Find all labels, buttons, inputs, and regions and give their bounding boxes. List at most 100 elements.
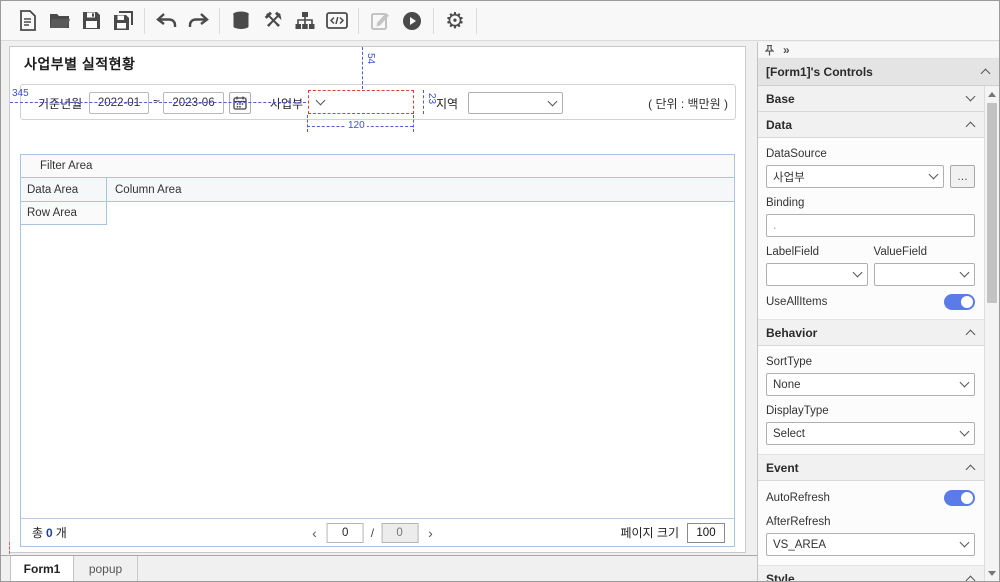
prev-page-button[interactable]: ‹ [309, 526, 320, 540]
calendar-icon [233, 96, 247, 110]
height-guide-line [423, 90, 424, 114]
afterrefresh-combobox[interactable]: VS_AREA [766, 533, 975, 556]
chevron-down-icon [960, 427, 970, 437]
selection-edge-mark [9, 542, 10, 554]
collapse-panel-button[interactable]: » [783, 44, 790, 56]
current-page-input[interactable] [327, 523, 364, 543]
pin-icon[interactable] [765, 45, 774, 56]
valuefield-combobox[interactable] [874, 263, 976, 286]
save-all-icon [113, 11, 134, 31]
division-combobox-selected[interactable] [308, 90, 414, 114]
toolbar-separator [358, 8, 359, 34]
binding-input[interactable] [766, 214, 975, 237]
page-title: 사업부별 실적현황 [24, 54, 135, 74]
tools-button[interactable]: ⚒ [257, 6, 289, 36]
run-icon [402, 11, 422, 31]
undo-button[interactable] [150, 6, 182, 36]
chevron-down-icon [852, 268, 862, 278]
page-size-input[interactable] [687, 523, 725, 543]
redo-icon [188, 13, 209, 29]
row-area-zone[interactable]: Row Area [21, 202, 107, 225]
section-data[interactable]: Data [758, 112, 984, 138]
panel-title-header[interactable]: [Form1]'s Controls [758, 59, 999, 86]
grid-body [21, 225, 734, 518]
redo-button[interactable] [182, 6, 214, 36]
region-combobox[interactable] [468, 92, 563, 114]
main-toolbar: ⚒ ⚙ [1, 1, 999, 41]
code-editor-button[interactable] [321, 6, 353, 36]
undo-icon [156, 13, 177, 29]
scrollbar-thumb[interactable] [987, 103, 997, 303]
section-data-label: Data [766, 118, 792, 132]
unit-label: ( 단위 : 백만원 ) [648, 95, 728, 112]
new-file-icon [18, 10, 37, 31]
data-area-zone[interactable]: Data Area [21, 178, 107, 201]
database-icon [231, 11, 251, 31]
useallitems-label: UseAllItems [766, 296, 827, 308]
tab-popup-label: popup [89, 562, 122, 576]
datasource-combobox[interactable]: 사업부 [766, 165, 944, 188]
toolbar-separator [476, 8, 477, 34]
save-icon [82, 11, 101, 30]
autorefresh-label: AutoRefresh [766, 492, 830, 504]
displaytype-combobox[interactable]: Select [766, 422, 975, 445]
section-style[interactable]: Style [758, 566, 984, 581]
form-canvas[interactable]: 사업부별 실적현황 기준년월 ~ 사업부 지역 [9, 46, 746, 553]
afterrefresh-value: VS_AREA [773, 539, 961, 551]
width-guide-tick-left [307, 115, 308, 132]
open-folder-button[interactable] [43, 6, 75, 36]
section-behavior[interactable]: Behavior [758, 320, 984, 346]
edit-button[interactable] [364, 6, 396, 36]
run-button[interactable] [396, 6, 428, 36]
gear-icon: ⚙ [445, 10, 465, 32]
scroll-up-button[interactable] [985, 87, 999, 101]
row-area-label: Row Area [27, 207, 77, 219]
height-annotation: 23 [426, 93, 437, 104]
date-from-input[interactable] [89, 92, 149, 114]
tab-form1[interactable]: Form1 [10, 556, 74, 581]
panel-toolbar: » [758, 42, 999, 59]
tab-form1-label: Form1 [24, 562, 61, 576]
date-to-input[interactable] [163, 92, 224, 114]
page-separator: / [371, 526, 374, 540]
column-area-label: Column Area [115, 184, 181, 196]
scroll-down-button[interactable] [985, 566, 999, 580]
autorefresh-toggle[interactable] [944, 490, 975, 506]
event-section-content: AutoRefresh AfterRefresh VS_AREA [758, 481, 984, 566]
useallitems-toggle[interactable] [944, 294, 975, 310]
sorttype-value: None [773, 379, 961, 391]
chevron-up-icon [966, 121, 976, 131]
grid-row-area-row: Row Area [21, 202, 734, 225]
next-page-button[interactable]: › [425, 526, 436, 540]
datasource-more-button[interactable]: … [950, 165, 975, 188]
sorttype-label: SortType [766, 356, 975, 368]
calendar-button[interactable] [229, 92, 251, 114]
section-behavior-label: Behavior [766, 326, 817, 340]
sorttype-combobox[interactable]: None [766, 373, 975, 396]
database-button[interactable] [225, 6, 257, 36]
filter-area-zone[interactable]: Filter Area [21, 155, 734, 178]
date-range-label: 기준년월 [38, 95, 82, 112]
save-button[interactable] [75, 6, 107, 36]
y-offset-guide-line [362, 47, 363, 89]
new-file-button[interactable] [11, 6, 43, 36]
valuefield-label: ValueField [874, 246, 976, 258]
toolbar-separator [219, 8, 220, 34]
sitemap-button[interactable] [289, 6, 321, 36]
displaytype-label: DisplayType [766, 405, 975, 417]
behavior-section-content: SortType None DisplayType Select [758, 346, 984, 455]
column-area-zone[interactable]: Column Area [107, 178, 734, 201]
save-all-button[interactable] [107, 6, 139, 36]
datasource-label: DataSource [766, 148, 975, 160]
chevron-down-icon [929, 170, 939, 180]
filter-area-label: Filter Area [40, 160, 92, 172]
section-event[interactable]: Event [758, 455, 984, 481]
labelfield-combobox[interactable] [766, 263, 868, 286]
width-guide-tick-right [413, 115, 414, 132]
settings-button[interactable]: ⚙ [439, 6, 471, 36]
total-count-text: 총0개 [32, 524, 67, 541]
division-label: 사업부 [270, 95, 303, 112]
panel-scrollbar[interactable] [984, 86, 999, 581]
tab-popup[interactable]: popup [74, 556, 138, 581]
section-base[interactable]: Base [758, 86, 984, 112]
